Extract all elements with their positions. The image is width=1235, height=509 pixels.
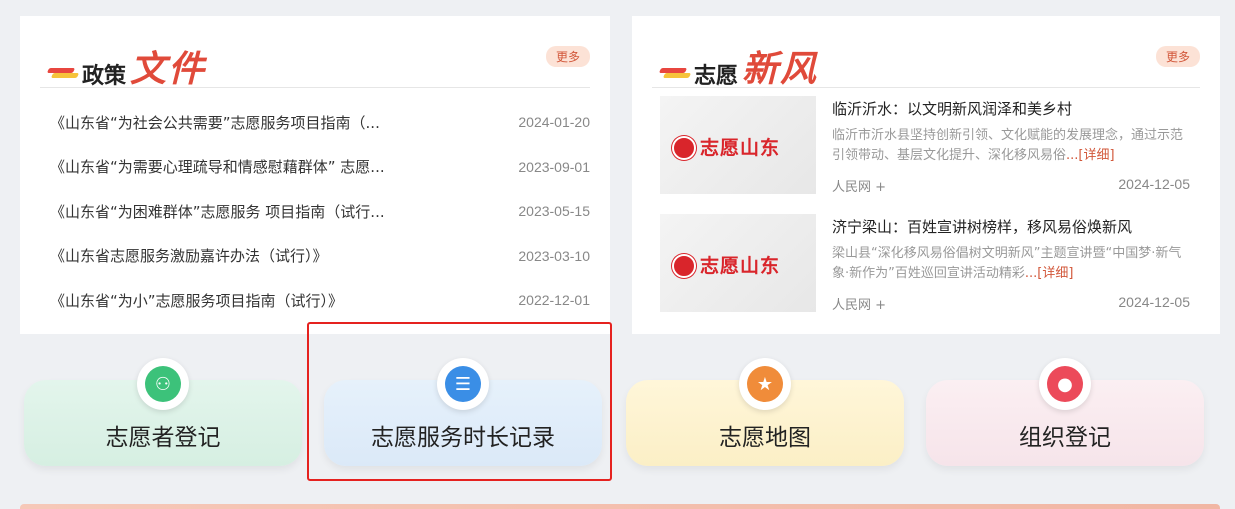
organization-register-card[interactable]: ● 组织登记 <box>926 358 1204 466</box>
policy-item-date: 2023-03-10 <box>518 247 590 264</box>
policy-title-art: 文件 <box>130 48 207 90</box>
news-title: 志愿 <box>694 64 739 89</box>
policy-item[interactable]: 《山东省“为社会公共需要”志愿服务项目指南（... 2024-01-20 <box>40 100 590 145</box>
policy-item-title[interactable]: 《山东省“为小”志愿服务项目指南（试行）》 <box>50 290 343 311</box>
news-item-source: 人民网 + <box>832 180 887 195</box>
card-label: 志愿地图 <box>719 425 811 451</box>
policy-item-date: 2023-09-01 <box>518 158 590 175</box>
policy-item-date: 2023-05-15 <box>518 203 590 220</box>
card-label: 组织登记 <box>1019 425 1111 451</box>
thumbnail-brand: 志愿山东 <box>700 255 781 277</box>
news-header: 志愿 新风 更多 <box>652 38 1200 90</box>
policy-item[interactable]: 《山东省志愿服务激励嘉许办法（试行）》 2023-03-10 <box>40 234 590 279</box>
news-title-art: 新风 <box>742 48 819 90</box>
news-thumbnail[interactable]: 志愿山东 <box>660 214 816 312</box>
detail-link[interactable]: ...[详细] <box>1066 148 1115 163</box>
header-flag-icon <box>46 68 80 78</box>
news-item-desc: 梁山县“深化移风易俗倡树文明新风”主题宣讲暨“中国梦·新气象·新作为”百姓巡回宣… <box>832 246 1182 281</box>
detail-link[interactable]: ...[详细] <box>1025 266 1074 281</box>
policy-item-title[interactable]: 《山东省“为困难群体”志愿服务 项目指南（试行... <box>50 201 385 222</box>
policy-item[interactable]: 《山东省“为小”志愿服务项目指南（试行）》 2022-12-01 <box>40 278 590 323</box>
policy-header: 政策 文件 更多 <box>40 38 590 90</box>
policy-item-date: 2022-12-01 <box>518 292 590 309</box>
policy-item[interactable]: 《山东省“为困难群体”志愿服务 项目指南（试行... 2023-05-15 <box>40 189 590 234</box>
map-icon: ★ <box>747 366 783 402</box>
volunteer-register-card[interactable]: ⚇ 志愿者登记 <box>24 358 302 466</box>
news-item-title[interactable]: 济宁梁山：百姓宣讲树榜样，移风易俗焕新风 <box>832 216 1132 237</box>
policy-more-button[interactable]: 更多 <box>545 46 590 67</box>
volunteer-map-card[interactable]: ★ 志愿地图 <box>626 358 904 466</box>
seal-icon <box>672 136 696 160</box>
header-flag-icon <box>658 68 692 78</box>
news-item-date: 2024-12-05 <box>1118 294 1190 310</box>
policy-title: 政策 <box>82 64 127 89</box>
organization-icon: ● <box>1047 366 1083 402</box>
news-item[interactable]: 志愿山东 济宁梁山：百姓宣讲树榜样，移风易俗焕新风 梁山县“深化移风易俗倡树文明… <box>660 214 1190 313</box>
news-item-title[interactable]: 临沂沂水：以文明新风润泽和美乡村 <box>832 98 1072 119</box>
thumbnail-brand: 志愿山东 <box>700 137 781 159</box>
news-item-desc: 临沂市沂水县坚持创新引领、文化赋能的发展理念，通过示范引领带动、基层文化提升、深… <box>832 128 1184 163</box>
news-thumbnail[interactable]: 志愿山东 <box>660 96 816 194</box>
news-item-source: 人民网 + <box>832 298 887 313</box>
news-panel: 志愿 新风 更多 志愿山东 临沂沂水：以文明新风润泽和美乡村 临沂市沂水县坚持创… <box>632 16 1220 334</box>
policy-list: 《山东省“为社会公共需要”志愿服务项目指南（... 2024-01-20 《山东… <box>40 100 590 323</box>
volunteer-register-icon: ⚇ <box>145 366 181 402</box>
news-item[interactable]: 志愿山东 临沂沂水：以文明新风润泽和美乡村 临沂市沂水县坚持创新引领、文化赋能的… <box>660 96 1190 195</box>
selection-highlight <box>307 322 612 481</box>
policy-item-title[interactable]: 《山东省志愿服务激励嘉许办法（试行）》 <box>50 245 328 266</box>
policy-item-title[interactable]: 《山东省“为需要心理疏导和情感慰藉群体” 志愿... <box>50 156 385 177</box>
news-more-button[interactable]: 更多 <box>1155 46 1200 67</box>
policy-item-title[interactable]: 《山东省“为社会公共需要”志愿服务项目指南（... <box>50 112 380 133</box>
card-label: 志愿者登记 <box>105 425 221 451</box>
banner-strip <box>20 504 1220 509</box>
policy-item[interactable]: 《山东省“为需要心理疏导和情感慰藉群体” 志愿... 2023-09-01 <box>40 145 590 190</box>
policy-panel: 政策 文件 更多 《山东省“为社会公共需要”志愿服务项目指南（... 2024-… <box>20 16 610 334</box>
policy-item-date: 2024-01-20 <box>518 114 590 131</box>
seal-icon <box>672 254 696 278</box>
news-item-date: 2024-12-05 <box>1118 176 1190 192</box>
